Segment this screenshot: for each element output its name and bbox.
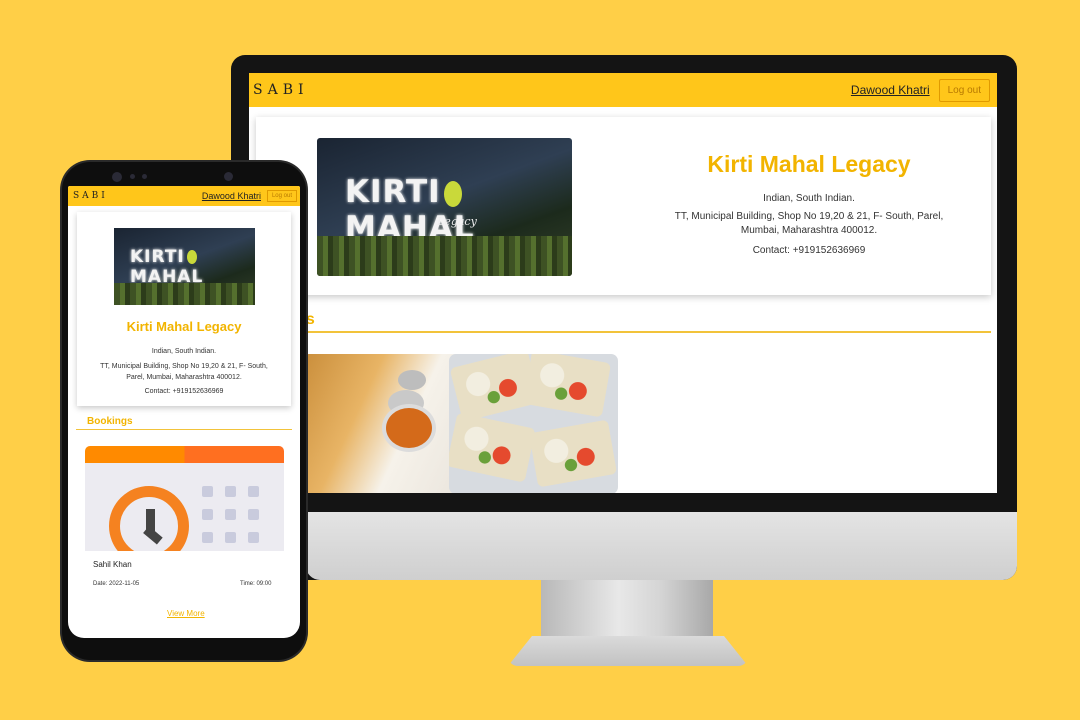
dish-photo-sandwich[interactable] xyxy=(449,354,618,493)
front-camera-icon xyxy=(112,172,122,182)
sandwich-piece xyxy=(522,354,612,418)
clock-icon xyxy=(109,486,189,551)
calendar-cell xyxy=(202,509,213,520)
calendar-cell xyxy=(225,532,236,543)
restaurant-cuisine: Indian, South Indian. xyxy=(763,193,855,204)
sign-subtitle: Legacy xyxy=(437,215,477,228)
calendar-cell xyxy=(202,532,213,543)
calendar-cell xyxy=(248,532,259,543)
desktop-navbar: SABI Dawood Khatri Log out xyxy=(249,73,997,107)
logout-button[interactable]: Log out xyxy=(266,190,297,202)
mobile-navbar: SABI Dawood Khatri Log out xyxy=(68,186,300,206)
calendar-cell xyxy=(202,486,213,497)
booking-card-image[interactable] xyxy=(85,446,284,551)
logout-button[interactable]: Log out xyxy=(938,78,990,102)
restaurant-cuisine: Indian, South Indian. xyxy=(151,348,217,355)
brand-logo[interactable]: SABI xyxy=(253,82,309,98)
leaf-icon xyxy=(443,180,462,207)
restaurant-photo: KIRTIMAHAL Legacy xyxy=(317,138,572,276)
restaurant-address: TT, Municipal Building, Shop No 19,20 & … xyxy=(674,211,944,236)
booking-customer-name: Sahil Khan xyxy=(93,560,132,569)
user-profile-link[interactable]: Dawood Khatri xyxy=(202,191,261,201)
section-divider xyxy=(76,429,292,430)
restaurant-sign: KIRTIMAHAL xyxy=(130,247,255,287)
clock-hand xyxy=(143,526,163,545)
restaurant-card: KIRTIMAHAL Legacy Kirti Mahal Legacy Ind… xyxy=(256,117,991,295)
restaurant-photo: KIRTIMAHAL xyxy=(114,228,255,305)
monitor-base xyxy=(508,636,748,666)
sensor-icon xyxy=(142,174,147,179)
foliage-decoration xyxy=(317,236,572,276)
brand-logo[interactable]: SABI xyxy=(73,191,108,201)
navbar-right: Dawood Khatri Log out xyxy=(851,78,990,102)
booking-date: Date: 2022-11-05 xyxy=(93,581,140,587)
sensor-icon xyxy=(224,172,233,181)
dish-photo-dosa[interactable] xyxy=(302,354,471,493)
restaurant-contact: Contact: +919152636969 xyxy=(752,245,866,256)
sandwich-piece xyxy=(528,419,618,488)
calendar-cell xyxy=(225,486,236,497)
restaurant-info: Kirti Mahal Legacy Indian, South Indian.… xyxy=(632,151,986,256)
foliage-decoration xyxy=(114,283,255,305)
calendar-cell xyxy=(248,486,259,497)
restaurant-address-line: Parel, Mumbai, Maharashtra 400012. xyxy=(126,374,242,381)
booking-header-bar xyxy=(85,446,284,463)
mobile-screen: SABI Dawood Khatri Log out KIRTIMAHAL Ki… xyxy=(68,186,300,638)
view-more-link[interactable]: View More xyxy=(167,609,205,618)
restaurant-name: Kirti Mahal Legacy xyxy=(707,151,911,177)
restaurant-address-line: TT, Municipal Building, Shop No 19,20 & … xyxy=(100,363,268,370)
bookings-title: Bookings xyxy=(87,416,133,427)
restaurant-name: Kirti Mahal Legacy xyxy=(126,319,242,334)
section-divider xyxy=(249,331,991,333)
chutney-bowl xyxy=(398,370,426,390)
sign-word: KIRTI xyxy=(130,247,185,267)
sandwich-piece xyxy=(449,412,536,483)
leaf-icon xyxy=(186,250,197,264)
monitor-stand xyxy=(541,580,713,640)
calendar-cell xyxy=(248,509,259,520)
booking-time: Time: 09:00 xyxy=(240,581,272,587)
sign-word: KIRTI xyxy=(345,174,441,210)
sensor-icon xyxy=(130,174,135,179)
restaurant-contact: Contact: +919152636969 xyxy=(144,388,224,395)
monitor-chin xyxy=(306,512,1017,580)
navbar-right: Dawood Khatri Log out xyxy=(202,190,297,202)
sambar-bowl xyxy=(386,408,432,448)
user-profile-link[interactable]: Dawood Khatri xyxy=(851,83,930,97)
calendar-cell xyxy=(225,509,236,520)
restaurant-card: KIRTIMAHAL Kirti Mahal Legacy Indian, So… xyxy=(77,212,291,406)
desktop-screen: SABI Dawood Khatri Log out KIRTIMAHAL Le… xyxy=(249,73,997,493)
